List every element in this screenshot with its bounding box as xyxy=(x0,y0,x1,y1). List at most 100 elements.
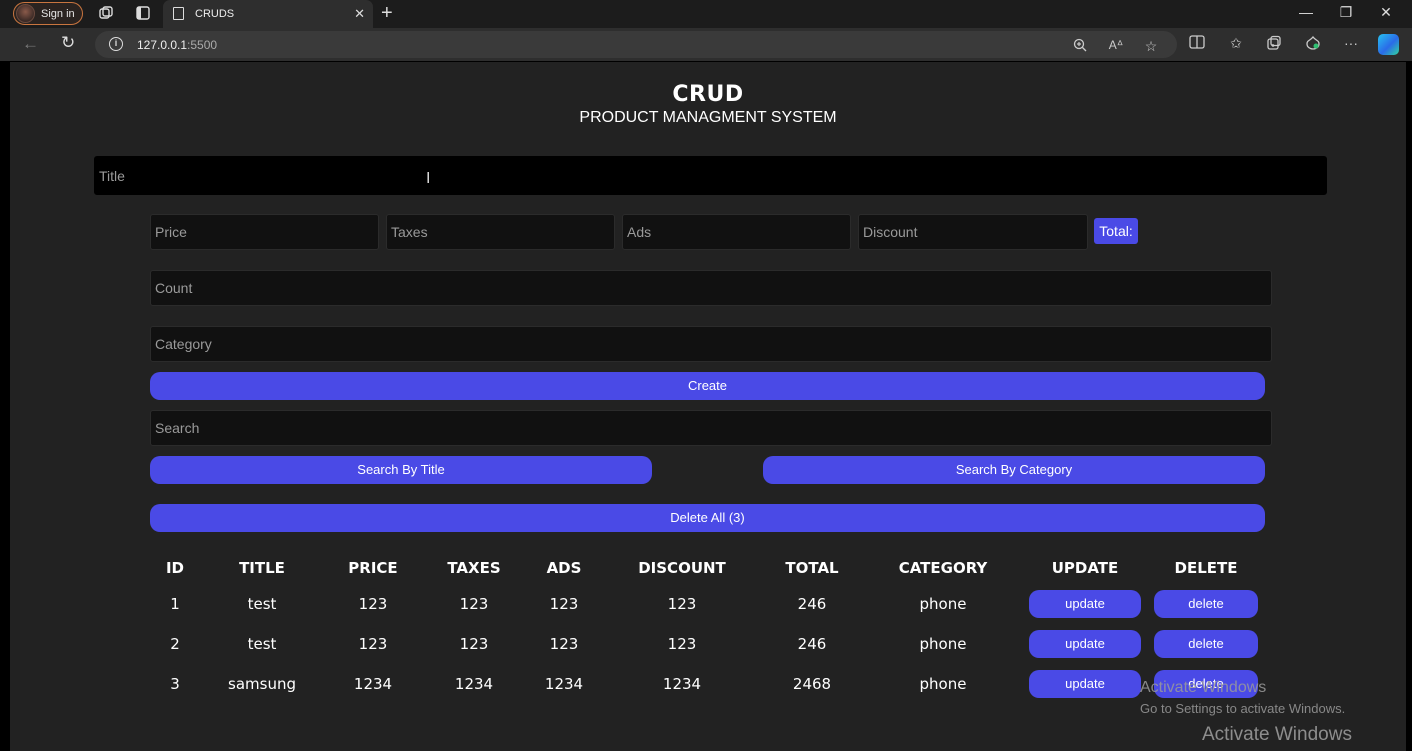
cell-title: test xyxy=(247,595,277,613)
delete-button[interactable]: delete xyxy=(1154,590,1258,618)
cell-category: phone xyxy=(919,595,967,613)
col-header-category: CATEGORY xyxy=(898,559,988,577)
col-header-delete: DELETE xyxy=(1174,559,1238,577)
table-row: 1 test 123 123 123 123 246 phone update … xyxy=(150,584,1266,624)
url-field[interactable]: i 127.0.0.1:5500 Aᐞ ☆ xyxy=(95,31,1177,58)
col-header-discount: DISCOUNT xyxy=(638,559,726,577)
activate-windows-title: Activate Windows xyxy=(1140,679,1267,696)
cell-price: 123 xyxy=(358,635,388,653)
col-header-update: UPDATE xyxy=(1051,559,1119,577)
col-header-ads: ADS xyxy=(546,559,582,577)
cell-discount: 1234 xyxy=(662,675,702,693)
search-by-title-button[interactable]: Search By Title xyxy=(150,456,652,484)
read-aloud-icon[interactable]: Aᐞ xyxy=(1107,38,1125,52)
price-input[interactable] xyxy=(150,214,379,250)
minimize-button[interactable]: — xyxy=(1296,4,1316,20)
table-row: 2 test 123 123 123 123 246 phone update … xyxy=(150,624,1266,664)
discount-input[interactable] xyxy=(858,214,1088,250)
cell-category: phone xyxy=(919,675,967,693)
col-header-price: PRICE xyxy=(348,559,398,577)
cell-title: test xyxy=(247,635,277,653)
cell-update: update xyxy=(1024,664,1146,704)
delete-all-button[interactable]: Delete All (3) xyxy=(150,504,1265,532)
table-header-row: ID TITLE PRICE TAXES ADS DISCOUNT TOTAL … xyxy=(150,552,1266,584)
delete-button[interactable]: delete xyxy=(1154,630,1258,658)
cell-taxes: 1234 xyxy=(454,675,494,693)
search-by-category-button[interactable]: Search By Category xyxy=(763,456,1265,484)
taxes-input[interactable] xyxy=(386,214,615,250)
avatar-icon xyxy=(16,4,35,23)
cell-delete: delete xyxy=(1146,624,1266,664)
col-header-id: ID xyxy=(165,559,185,577)
split-screen-icon[interactable] xyxy=(1188,35,1206,52)
total-badge: Total: xyxy=(1094,218,1138,244)
category-input[interactable] xyxy=(150,326,1272,362)
cell-title: samsung xyxy=(228,675,296,693)
create-button[interactable]: Create xyxy=(150,372,1265,400)
activate-windows-hint: Go to Settings to activate Windows. xyxy=(1140,701,1346,716)
cell-price: 123 xyxy=(358,595,388,613)
profile-signin-button[interactable]: Sign in xyxy=(13,2,83,25)
page-subtitle: PRODUCT MANAGMENT SYSTEM xyxy=(579,109,837,126)
col-header-taxes: TAXES xyxy=(447,559,501,577)
cell-ads: 1234 xyxy=(544,675,584,693)
browser-essentials-icon[interactable] xyxy=(1304,35,1322,54)
back-icon[interactable]: ← xyxy=(22,34,39,54)
cell-ads: 123 xyxy=(549,635,579,653)
browser-address-bar: ← ↻ i 127.0.0.1:5500 Aᐞ ☆ ✩ ··· xyxy=(0,28,1412,61)
ads-input[interactable] xyxy=(622,214,851,250)
cell-total: 246 xyxy=(797,635,827,653)
page-title: CRUD xyxy=(672,82,744,107)
cell-id: 1 xyxy=(170,595,180,613)
activate-windows-label: Activate Windows xyxy=(1202,724,1352,745)
zoom-icon[interactable] xyxy=(1071,38,1089,55)
table-row: 3 samsung 1234 1234 1234 1234 2468 phone… xyxy=(150,664,1266,704)
favorite-star-icon[interactable]: ☆ xyxy=(1142,38,1160,55)
title-input[interactable] xyxy=(94,156,1327,195)
cell-id: 2 xyxy=(170,635,180,653)
workspaces-icon[interactable] xyxy=(97,5,115,23)
update-button[interactable]: update xyxy=(1029,670,1141,698)
col-header-total: TOTAL xyxy=(785,559,839,577)
favorites-icon[interactable]: ✩ xyxy=(1227,35,1245,52)
count-input[interactable] xyxy=(150,270,1272,306)
collections-icon[interactable] xyxy=(1265,35,1283,54)
products-table: ID TITLE PRICE TAXES ADS DISCOUNT TOTAL … xyxy=(150,552,1266,704)
update-button[interactable]: update xyxy=(1029,590,1141,618)
cell-taxes: 123 xyxy=(459,635,489,653)
url-text: 127.0.0.1:5500 xyxy=(137,38,217,52)
cell-discount: 123 xyxy=(667,595,697,613)
cell-ads: 123 xyxy=(549,595,579,613)
cell-discount: 123 xyxy=(667,635,697,653)
tab-title: CRUDS xyxy=(195,8,235,20)
tab-close-icon[interactable]: ✕ xyxy=(354,6,365,22)
tab-actions-icon[interactable] xyxy=(134,5,152,23)
cell-id: 3 xyxy=(170,675,180,693)
cell-delete: delete xyxy=(1146,584,1266,624)
search-input[interactable] xyxy=(150,410,1272,446)
cell-update: update xyxy=(1024,624,1146,664)
update-button[interactable]: update xyxy=(1029,630,1141,658)
more-icon[interactable]: ··· xyxy=(1342,35,1360,51)
page-header: CRUD PRODUCT MANAGMENT SYSTEM xyxy=(10,82,1406,127)
copilot-icon[interactable] xyxy=(1378,34,1399,55)
cell-total: 246 xyxy=(797,595,827,613)
signin-label: Sign in xyxy=(41,7,75,20)
cell-price: 1234 xyxy=(353,675,393,693)
restore-button[interactable]: ❐ xyxy=(1336,4,1356,21)
cell-update: update xyxy=(1024,584,1146,624)
tab-cruds[interactable]: CRUDS ✕ xyxy=(163,0,373,28)
site-info-icon[interactable]: i xyxy=(109,37,123,51)
cell-total: 2468 xyxy=(792,675,832,693)
close-window-button[interactable]: ✕ xyxy=(1376,4,1396,21)
browser-tab-bar: Sign in CRUDS ✕ + — ❐ ✕ xyxy=(0,0,1412,28)
cell-taxes: 123 xyxy=(459,595,489,613)
cell-category: phone xyxy=(919,635,967,653)
col-header-title: TITLE xyxy=(239,559,285,577)
page-content: CRUD PRODUCT MANAGMENT SYSTEM I Total: C… xyxy=(10,62,1406,751)
url-port: :5500 xyxy=(187,38,218,52)
url-host: 127.0.0.1 xyxy=(137,38,188,52)
new-tab-button[interactable]: + xyxy=(381,3,393,23)
document-icon xyxy=(173,7,184,20)
reload-icon[interactable]: ↻ xyxy=(61,33,75,53)
